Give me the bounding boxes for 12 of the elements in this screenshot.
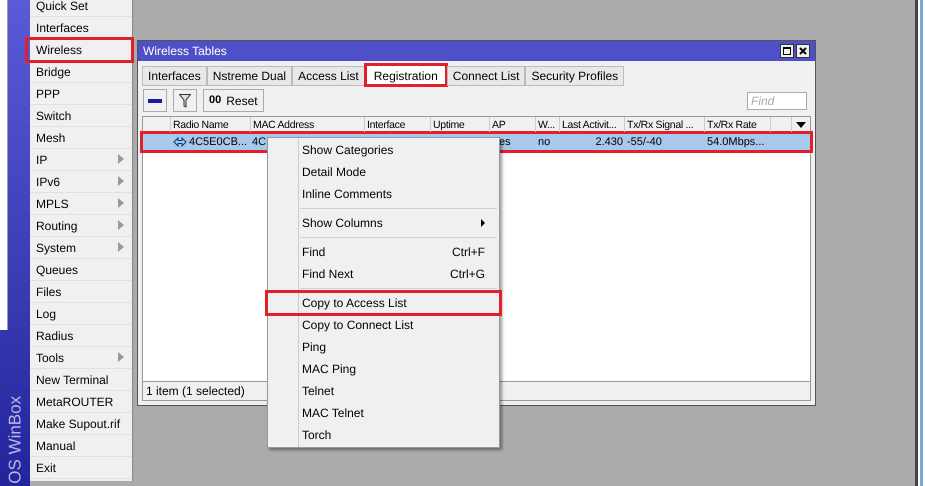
status-text: 1 item (1 selected) bbox=[146, 383, 245, 400]
table-cell-text: 54.0Mbps... bbox=[707, 135, 764, 150]
table-cell-text: no bbox=[538, 135, 550, 150]
table-cell-text: 2.430 bbox=[595, 135, 623, 150]
table-cell-text: 4C5E0CB... bbox=[189, 135, 248, 150]
brand-label: OS WinBox bbox=[4, 394, 26, 484]
counter-icon: 00 bbox=[209, 92, 222, 109]
shortcut-text: Ctrl+G bbox=[450, 266, 485, 283]
window-title: Wireless Tables bbox=[143, 43, 227, 60]
table-cell-text: -55/-40 bbox=[627, 135, 662, 150]
table-cell-text: 4C bbox=[252, 135, 266, 150]
shortcut-text: Ctrl+F bbox=[452, 244, 485, 261]
